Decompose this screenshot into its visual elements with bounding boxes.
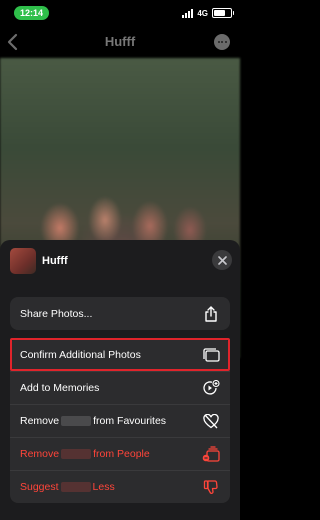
redacted-name — [61, 449, 92, 460]
redacted-name — [61, 416, 92, 427]
redacted-name — [60, 482, 91, 493]
status-indicators: 4G — [182, 6, 234, 20]
close-icon — [217, 255, 227, 265]
share-photos-label: Share Photos... — [20, 307, 93, 320]
sheet-title: Hufff — [42, 255, 68, 267]
close-button[interactable] — [212, 250, 232, 270]
heart-slash-icon — [202, 412, 220, 430]
suggest-less-label: Suggest Less — [20, 481, 202, 493]
network-type: 4G — [197, 8, 208, 18]
more-options-icon[interactable] — [214, 34, 230, 50]
remove-from-people-label: Remove from People — [20, 448, 202, 460]
share-group: Share Photos... — [10, 297, 230, 330]
status-time: 12:14 — [14, 6, 50, 20]
remove-people-object: from People — [93, 448, 150, 460]
suggest-object: Less — [92, 481, 115, 493]
confirm-additional-photos-label: Confirm Additional Photos — [20, 348, 141, 361]
nav-bar: Hufff — [0, 28, 240, 56]
remove-from-people-button[interactable]: Remove from People — [10, 437, 230, 470]
remove-favourites-object: from Favourites — [93, 415, 167, 427]
suggest-verb: Suggest — [20, 481, 59, 493]
suggest-less-button[interactable]: Suggest Less — [10, 470, 230, 503]
cellular-signal-icon — [182, 8, 194, 18]
memories-plus-icon — [202, 379, 220, 397]
add-to-memories-label: Add to Memories — [20, 382, 100, 394]
share-icon — [202, 305, 220, 323]
action-sheet: Hufff Share Photos... Confirm Additional… — [0, 240, 240, 520]
share-photos-button[interactable]: Share Photos... — [10, 297, 230, 330]
remove-from-favourites-button[interactable]: Remove from Favourites — [10, 404, 230, 437]
people-remove-icon — [202, 445, 220, 463]
album-title: Hufff — [104, 34, 136, 49]
remove-favourites-verb: Remove — [20, 415, 60, 427]
sheet-header: Hufff — [10, 248, 232, 276]
actions-group: Confirm Additional Photos Add to Memorie… — [10, 338, 230, 503]
album-thumbnail — [10, 248, 36, 274]
photo-stack-icon — [202, 346, 220, 364]
battery-icon — [212, 8, 234, 18]
add-to-memories-button[interactable]: Add to Memories — [10, 371, 230, 404]
remove-from-favourites-label: Remove from Favourites — [20, 415, 202, 427]
thumbs-down-icon — [202, 478, 220, 496]
confirm-additional-photos-button[interactable]: Confirm Additional Photos — [10, 338, 230, 371]
status-bar: 12:14 4G — [0, 0, 240, 24]
remove-people-verb: Remove — [20, 448, 60, 460]
